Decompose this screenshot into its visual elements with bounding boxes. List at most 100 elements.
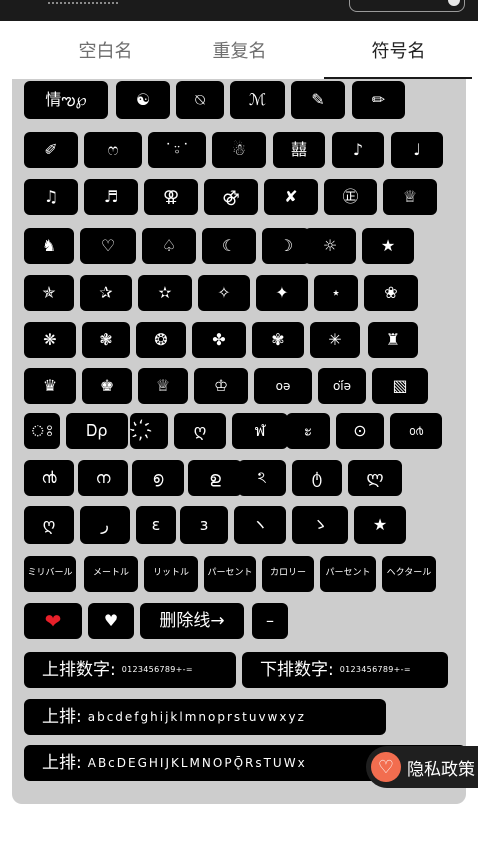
moon-symbol-button[interactable]: ☾ xyxy=(202,228,256,264)
symbol-button[interactable]: ะ xyxy=(286,413,330,449)
asterisk-symbol-button[interactable]: ✳ xyxy=(310,322,360,358)
double-happiness-symbol-button[interactable]: 囍 xyxy=(273,132,325,168)
music-note-symbol-button[interactable]: ♪ xyxy=(332,132,384,168)
star-symbol-button[interactable]: ✯ xyxy=(24,275,74,311)
symbol-button[interactable]: ঽ xyxy=(238,460,286,496)
symbol-button[interactable]: ღ xyxy=(174,413,226,449)
star-symbol-button[interactable]: ⋆ xyxy=(314,275,358,311)
symbol-button[interactable]: ლ xyxy=(348,460,402,496)
symbol-button[interactable]: ღ xyxy=(24,506,74,544)
symbol-button[interactable]: ر xyxy=(80,506,130,544)
circle-dot-symbol-button[interactable]: ⊙ xyxy=(336,413,384,449)
strikethrough-button[interactable]: 删除线→ xyxy=(140,603,244,639)
symbol-button[interactable]: ൦൪ xyxy=(390,413,442,449)
heart-symbol-button[interactable]: ♥ xyxy=(88,603,134,639)
spade-outline-symbol-button[interactable]: ♤ xyxy=(142,228,196,264)
cross-symbol-button[interactable]: ✘ xyxy=(264,179,318,215)
crown-symbol-button[interactable]: ♕ xyxy=(383,179,437,215)
symbol-button[interactable]: ൯ xyxy=(24,460,74,496)
sun-symbol-button[interactable]: ☼ xyxy=(304,228,356,264)
music-notes-symbol-button[interactable]: ♬ xyxy=(84,179,138,215)
flower-symbol-button[interactable]: ❂ xyxy=(136,322,186,358)
symbol-button[interactable]: ഉ xyxy=(188,460,242,496)
tab-bar: 空白名 重复名 符号名 xyxy=(0,21,478,79)
unit-millibar-symbol-button[interactable]: ミリバール xyxy=(24,556,76,592)
tab-symbol-name[interactable]: 符号名 xyxy=(319,21,478,79)
top-bar xyxy=(0,0,478,21)
chess-knight-symbol-button[interactable]: ♞ xyxy=(24,228,74,264)
yin-yang-symbol-button[interactable]: ☯ xyxy=(116,81,170,119)
unit-meter-symbol-button[interactable]: メートル xyxy=(84,556,138,592)
flower-symbol-button[interactable]: ❃ xyxy=(82,322,130,358)
sparkle-symbol-button[interactable]: ✧ xyxy=(198,275,250,311)
sparkle-symbol-button[interactable]: ✦ xyxy=(256,275,308,311)
star-symbol-button[interactable]: ★ xyxy=(362,228,414,264)
unit-hectare-symbol-button[interactable]: ヘクタール xyxy=(382,556,436,592)
superscript-lowercase-value: abcdefghijklmnoprstuvwxyz xyxy=(87,710,306,724)
red-heart-symbol-button[interactable]: ❤ xyxy=(24,603,82,639)
pencil-symbol-button[interactable]: ✐ xyxy=(24,132,78,168)
chess-king-symbol-button[interactable]: ♔ xyxy=(194,368,248,404)
flower-symbol-button[interactable]: ✤ xyxy=(192,322,246,358)
flower-symbol-button[interactable]: ❋ xyxy=(24,322,76,358)
symbol-button[interactable]: ฬ xyxy=(232,413,288,449)
circled-zheng-symbol-button[interactable]: ㊣ xyxy=(324,179,377,215)
symbol-button[interactable]: ტ xyxy=(292,460,342,496)
symbol-button[interactable]: ⍉ xyxy=(176,81,224,119)
superscript-lowercase-label: 上排: xyxy=(42,706,82,727)
symbol-button[interactable]: Ꭰρ xyxy=(66,413,128,449)
symbol-button[interactable]: ℳ xyxy=(230,81,285,119)
moon-symbol-button[interactable]: ☽ xyxy=(262,228,310,264)
star-symbol-button[interactable]: ✰ xyxy=(80,275,132,311)
symbol-button[interactable]: ヽ xyxy=(234,506,286,544)
symbol-button[interactable]: з xyxy=(180,506,228,544)
unit-liter-symbol-button[interactable]: リットル xyxy=(144,556,198,592)
heart-in-circle-icon: ♡ xyxy=(371,752,401,782)
flower-symbol-button[interactable]: ✾ xyxy=(252,322,304,358)
symbol-button[interactable]: ゝ xyxy=(292,506,348,544)
symbol-button[interactable]: ന xyxy=(78,460,128,496)
symbol-panel: 情ఌ℘ ☯ ⍉ ℳ ✎ ✏ ✐ ෆ ˙⍤˙ ☃ 囍 ♪ ♩ ♫ ♬ ⚢ ⚣ ✘ … xyxy=(12,79,466,804)
chess-king-symbol-button[interactable]: ♚ xyxy=(82,368,132,404)
snowman-symbol-button[interactable]: ☃ xyxy=(212,132,266,168)
privacy-policy-button[interactable]: ♡ 隐私政策 xyxy=(366,746,478,788)
hatched-square-symbol-button[interactable]: ▧ xyxy=(372,368,428,404)
superscript-uppercase-value: ABcDEGHIJKLMNOPǬRsTUWx xyxy=(87,756,307,770)
dash-symbol-button[interactable]: – xyxy=(252,603,288,639)
unit-percent-symbol-button[interactable]: パーセント xyxy=(320,556,376,592)
star-symbol-button[interactable]: ★ xyxy=(354,506,406,544)
symbol-button[interactable]: ҉ xyxy=(130,413,168,449)
tab-repeat-name[interactable]: 重复名 xyxy=(160,21,319,79)
lower-digits-value: 0123456789+-= xyxy=(339,665,411,674)
chess-queen-symbol-button[interactable]: ♕ xyxy=(138,368,188,404)
unit-calorie-symbol-button[interactable]: カロリー xyxy=(262,556,314,592)
flower-symbol-button[interactable]: ❀ xyxy=(364,275,418,311)
chess-queen-symbol-button[interactable]: ♛ xyxy=(24,368,76,404)
music-note-symbol-button[interactable]: ♩ xyxy=(391,132,443,168)
symbol-button[interactable]: oí̈ə xyxy=(318,368,366,404)
symbol-button[interactable]: ൭ xyxy=(132,460,184,496)
face-symbol-button[interactable]: ˙⍤˙ xyxy=(148,132,206,168)
top-bar-title-fragment xyxy=(48,0,118,4)
gender-symbol-button[interactable]: ⚢ xyxy=(144,179,198,215)
symbol-button[interactable]: 情ఌ℘ xyxy=(24,81,108,119)
gender-symbol-button[interactable]: ⚣ xyxy=(204,179,258,215)
privacy-policy-label: 隐私政策 xyxy=(407,759,475,780)
symbol-button[interactable]: ε xyxy=(136,506,176,544)
upper-digits-value: 0123456789+-= xyxy=(121,665,193,674)
superscript-lowercase-button[interactable]: 上排: abcdefghijklmnoprstuvwxyz xyxy=(24,699,386,735)
symbol-button[interactable]: oə xyxy=(254,368,312,404)
symbol-button[interactable]: ෆ xyxy=(84,132,142,168)
unit-percent-symbol-button[interactable]: パーセント xyxy=(204,556,256,592)
lower-digits-button[interactable]: 下排数字: 0123456789+-= xyxy=(242,652,448,688)
symbol-button[interactable]: ঃ xyxy=(24,413,60,449)
pencil-symbol-button[interactable]: ✏ xyxy=(352,81,405,119)
upper-digits-button[interactable]: 上排数字: 0123456789+-= xyxy=(24,652,236,688)
music-notes-symbol-button[interactable]: ♫ xyxy=(24,179,78,215)
heart-outline-symbol-button[interactable]: ♡ xyxy=(80,228,136,264)
chess-rook-symbol-button[interactable]: ♜ xyxy=(368,322,418,358)
pencil-symbol-button[interactable]: ✎ xyxy=(291,81,345,119)
upper-digits-label: 上排数字: xyxy=(42,659,116,680)
lower-digits-label: 下排数字: xyxy=(260,659,334,680)
star-symbol-button[interactable]: ✫ xyxy=(138,275,192,311)
